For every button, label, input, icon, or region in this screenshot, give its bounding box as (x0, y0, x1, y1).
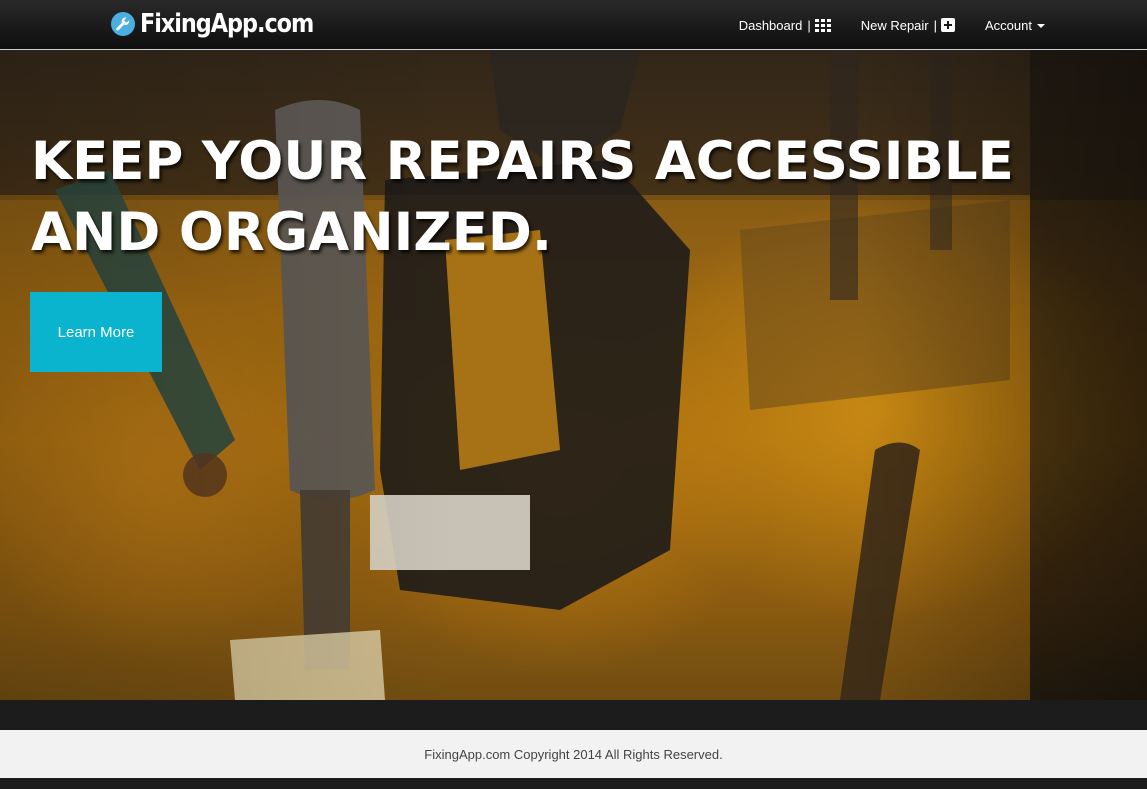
nav-account-label: Account (985, 17, 1032, 33)
hero-heading: KEEP YOUR REPAIRS ACCESSIBLE AND ORGANIZ… (31, 131, 1014, 263)
hero-banner: KEEP YOUR REPAIRS ACCESSIBLE AND ORGANIZ… (0, 50, 1147, 700)
nav-dashboard-label: Dashboard (738, 17, 803, 33)
footer-copyright: FixingApp.com Copyright 2014 All Rights … (424, 746, 723, 762)
caret-down-icon (1037, 23, 1045, 28)
top-navbar: FixingApp.com Dashboard | New Repair | A… (0, 0, 1147, 50)
nav-dashboard[interactable]: Dashboard | (739, 18, 831, 33)
section-divider (0, 700, 1147, 730)
grid-icon (814, 18, 831, 32)
learn-more-button[interactable]: Learn More (30, 292, 162, 372)
brand-logo[interactable]: FixingApp.com (110, 8, 341, 40)
nav-links: Dashboard | New Repair | Account (739, 0, 1045, 50)
nav-separator: | (807, 17, 811, 33)
plus-square-icon (941, 18, 956, 32)
nav-separator: | (933, 17, 938, 33)
nav-new-repair[interactable]: New Repair | (860, 17, 956, 33)
brand-name: FixingApp.com (140, 9, 314, 39)
nav-new-repair-label: New Repair (860, 17, 929, 33)
bottom-bar (0, 778, 1147, 789)
wrench-icon (110, 11, 136, 37)
nav-account-dropdown[interactable]: Account (985, 18, 1045, 33)
footer: FixingApp.com Copyright 2014 All Rights … (0, 730, 1147, 778)
